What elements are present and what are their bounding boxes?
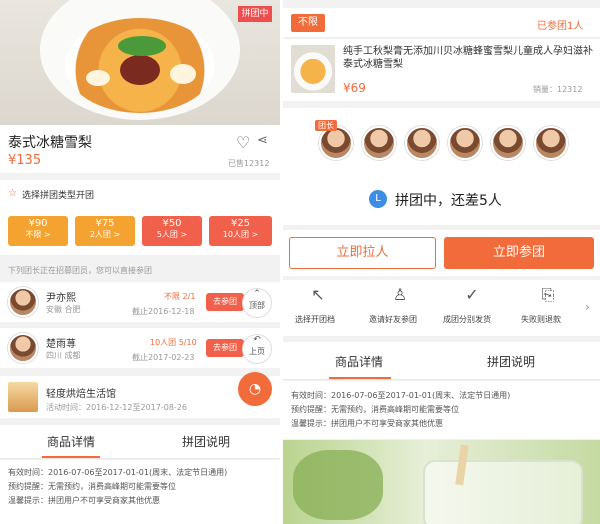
- option-price: ¥50: [162, 218, 182, 229]
- detail-line: 有效时间：2016-07-06至2017-01-01(周末、法定节日通用): [8, 468, 228, 477]
- detail-text: 有效时间：2016-07-06至2017-01-01(周末、法定节日通用) 预约…: [283, 381, 600, 439]
- group-option-10[interactable]: ¥25 10人团 >: [209, 216, 272, 246]
- product-price: ¥69: [343, 81, 366, 95]
- option-sub: 2人团 >: [89, 230, 121, 239]
- detail-line: 预约提醒：无需预约，消费高峰期可能需要等位: [291, 405, 459, 414]
- leader-name: 尹亦熙: [46, 293, 76, 304]
- leader-tag: 团长: [315, 120, 337, 131]
- join-group-button[interactable]: 去参团: [206, 293, 244, 311]
- tab-group-rules[interactable]: 拼团说明: [487, 353, 535, 370]
- sold-count: 已售12312: [228, 159, 270, 168]
- cursor-icon: ↖: [311, 285, 325, 304]
- scroll-top-button[interactable]: ⌃ 顶部: [242, 288, 272, 318]
- member-avatar: [534, 126, 568, 160]
- group-status-badge: 拼团中: [238, 6, 272, 22]
- active-tab-indicator: [42, 456, 100, 458]
- leader-row: 楚雨荨 四川 成都 10人团 5/10 截止2017-02-23 去参团 ↶ 上页: [0, 328, 280, 368]
- leader-location: 四川 成都: [46, 351, 81, 360]
- group-option-unlimited[interactable]: ¥90 不限 >: [8, 216, 68, 246]
- group-status-text: 拼团中，还差5人: [395, 193, 502, 209]
- page-up-button[interactable]: ↶ 上页: [242, 334, 272, 364]
- invite-friends-button[interactable]: 立即拉人: [289, 237, 436, 269]
- leader-name: 楚雨荨: [46, 339, 76, 350]
- refund-icon: ⎘: [541, 285, 555, 304]
- group-option-5[interactable]: ¥50 5人团 >: [142, 216, 202, 246]
- join-group-button[interactable]: 去参团: [206, 339, 244, 357]
- action-bar: 立即拉人 立即参团: [283, 230, 600, 276]
- side-label: 顶部: [249, 301, 265, 310]
- product-price: ¥135: [8, 153, 42, 168]
- share-icon[interactable]: ⋖: [257, 133, 268, 148]
- join-now-button[interactable]: 立即参团: [444, 237, 594, 269]
- member-avatar: [362, 126, 396, 160]
- join-hint: 下列团长正在招募团员，您可以直接参团: [8, 266, 152, 275]
- option-price: ¥90: [28, 218, 48, 229]
- tab-product-details[interactable]: 商品详情: [335, 353, 383, 370]
- shop-date-range: 活动时间：2016-12-12至2017-08-26: [46, 403, 187, 412]
- detail-tabs: 商品详情 拼团说明: [283, 342, 600, 380]
- member-avatar: [405, 126, 439, 160]
- side-label: 上页: [249, 347, 265, 356]
- check-circle-icon: ✓: [465, 285, 479, 304]
- active-tab-indicator: [329, 377, 391, 379]
- sales-count: 销量：12312: [533, 85, 583, 94]
- product-info: 泰式冰糖雪梨 ¥135 ♡ ⋖ 已售12312: [0, 125, 280, 173]
- member-avatar: [491, 126, 525, 160]
- leader-status: 10人团 5/10: [150, 338, 197, 347]
- step-label: 选择开团档: [295, 315, 335, 324]
- leader-avatar: [319, 126, 353, 160]
- option-sub: 5人团 >: [156, 230, 188, 239]
- detail-photo: [283, 440, 600, 524]
- joined-count: 已参团1人: [537, 21, 584, 32]
- chevron-right-icon[interactable]: ›: [585, 300, 590, 314]
- product-title: 泰式冰糖雪梨: [8, 135, 92, 151]
- leader-row: 尹亦熙 安徽 合肥 不限 2/1 截止2016-12-18 去参团 ⌃ 顶部: [0, 282, 280, 322]
- leader-location: 安徽 合肥: [46, 305, 81, 314]
- detail-tabs: 商品详情 拼团说明: [0, 425, 280, 459]
- group-type-tag: 不限: [291, 14, 325, 32]
- member-avatar: [448, 126, 482, 160]
- screenshot: 拼团中 泰式冰糖雪梨 ¥135 ♡ ⋖ 已售12312 ☆ 选择拼团类型开团 ¥…: [0, 0, 600, 524]
- option-price: ¥25: [230, 218, 251, 229]
- shop-name: 轻度烘焙生活馆: [46, 389, 116, 400]
- leader-deadline: 截止2017-02-23: [132, 353, 195, 362]
- group-header: 不限 已参团1人: [283, 8, 600, 38]
- detail-line: 温馨提示：拼团用户不可享受商家其他优惠: [8, 496, 160, 505]
- group-type-icon: ☆: [8, 188, 17, 199]
- process-steps: ↖ 选择开团档 ♙ 邀请好友参团 ✓ 成团分别发货 ⎘ 失败则退款 ›: [283, 280, 600, 336]
- floating-cart-button[interactable]: ◔: [238, 372, 272, 406]
- product-thumbnail: [291, 45, 335, 93]
- panel-divider: [280, 0, 283, 524]
- leader-status: 不限 2/1: [164, 292, 196, 301]
- detail-line: 预约提醒：无需预约，消费高峰期可能需要等位: [8, 482, 176, 491]
- shop-logo: [8, 382, 38, 412]
- tab-product-details[interactable]: 商品详情: [47, 433, 95, 450]
- detail-line: 温馨提示：拼团用户不可享受商家其他优惠: [291, 419, 443, 428]
- product-card[interactable]: 纯手工秋梨膏无添加川贝冰糖蜂蜜雪梨儿童成人孕妇滋补泰式冰糖雪梨 ¥69 销量：1…: [283, 39, 600, 101]
- group-option-2[interactable]: ¥75 2人团 >: [75, 216, 135, 246]
- option-sub: 10人团 >: [222, 230, 259, 239]
- clock-icon: L: [369, 190, 387, 208]
- avatar: [8, 333, 38, 363]
- left-screen: 拼团中 泰式冰糖雪梨 ¥135 ♡ ⋖ 已售12312 ☆ 选择拼团类型开团 ¥…: [0, 0, 280, 524]
- shop-row[interactable]: 轻度烘焙生活馆 活动时间：2016-12-12至2017-08-26 ◔: [0, 372, 280, 418]
- avatar: [8, 287, 38, 317]
- step-label: 失败则退款: [521, 315, 561, 324]
- option-price: ¥75: [95, 218, 115, 229]
- member-section: 团长 L 拼团中，还差5人: [283, 108, 600, 225]
- detail-text: 有效时间：2016-07-06至2017-01-01(周末、法定节日通用) 预约…: [0, 460, 280, 524]
- step-label: 成团分别发货: [443, 315, 491, 324]
- product-title: 纯手工秋梨膏无添加川贝冰糖蜂蜜雪梨儿童成人孕妇滋补泰式冰糖雪梨: [343, 46, 593, 70]
- add-user-icon: ♙: [392, 285, 408, 304]
- group-type-title: 选择拼团类型开团: [22, 191, 95, 201]
- favorite-heart-icon[interactable]: ♡: [236, 133, 250, 152]
- tab-group-rules[interactable]: 拼团说明: [182, 433, 230, 450]
- step-label: 邀请好友参团: [369, 315, 417, 324]
- leader-deadline: 截止2016-12-18: [132, 307, 195, 316]
- right-screen: 不限 已参团1人 纯手工秋梨膏无添加川贝冰糖蜂蜜雪梨儿童成人孕妇滋补泰式冰糖雪梨…: [283, 0, 600, 524]
- group-type-section: ☆ 选择拼团类型开团 ¥90 不限 > ¥75 2人团 > ¥50 5人团 > …: [0, 180, 280, 255]
- option-sub: 不限 >: [25, 230, 51, 239]
- detail-line: 有效时间：2016-07-06至2017-01-01(周末、法定节日通用): [291, 391, 511, 400]
